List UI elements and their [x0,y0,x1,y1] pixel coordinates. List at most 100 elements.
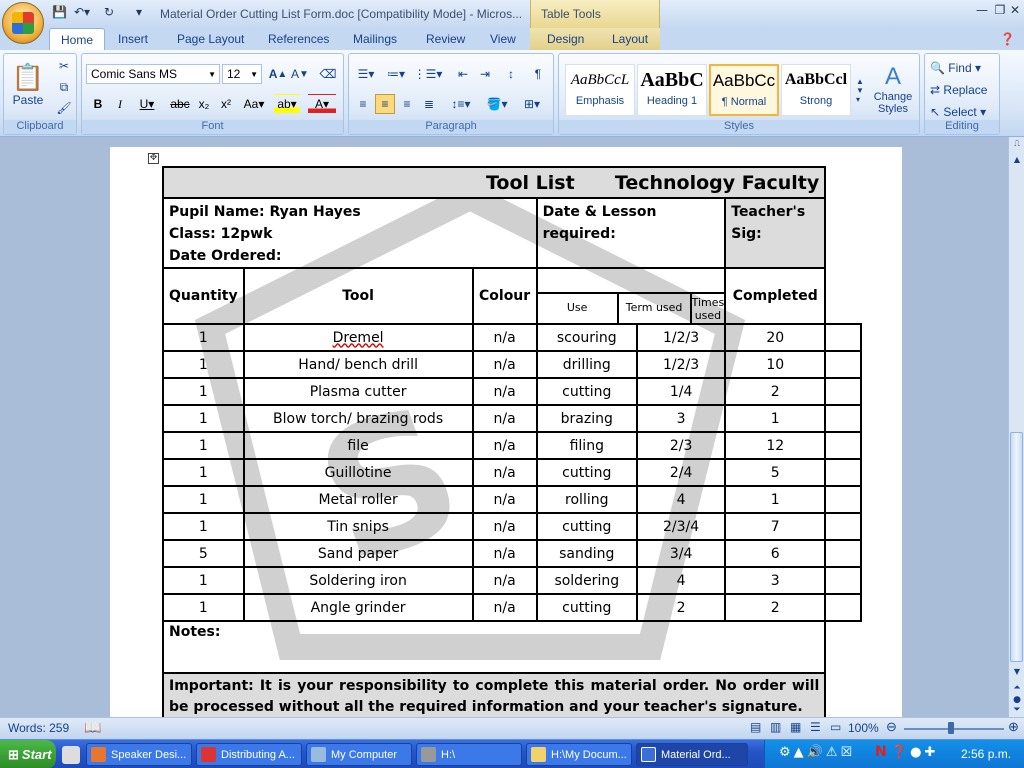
style-heading-1[interactable]: AaBbC Heading 1 [637,64,707,116]
justify-icon[interactable]: ≣ [419,94,439,114]
colour-cell[interactable]: n/a [471,539,538,568]
tray-icons[interactable]: ⚙▲🔊⚠☒ [779,745,855,760]
quick-launch-icon[interactable] [62,746,80,764]
colour-cell[interactable]: n/a [471,377,538,406]
view-draft-icon[interactable]: ▭ [830,720,841,734]
decrease-indent-icon[interactable]: ⇤ [453,64,473,84]
font-color-icon[interactable]: A▾ [308,94,336,114]
taskbar-item-h-drive[interactable]: H:\ [416,743,522,766]
start-button[interactable]: ⊞ Start [0,740,56,768]
tab-references[interactable]: References [268,32,329,46]
close-icon[interactable]: ✕ [1006,3,1024,19]
strikethrough-button[interactable]: abc [168,94,192,114]
times-used-cell[interactable]: 5 [724,458,827,487]
document-page[interactable]: S ✥ Tool List Technology Faculty Pupil N… [110,147,902,727]
colour-cell[interactable]: n/a [471,404,538,433]
tab-home[interactable]: Home [49,28,106,50]
tool-cell[interactable]: file [242,431,474,460]
subscript-button[interactable]: x₂ [194,94,214,114]
zoom-in-icon[interactable]: ⊕ [1008,719,1019,735]
tool-cell[interactable]: Guillotine [242,458,474,487]
quantity-cell[interactable]: 1 [162,377,245,406]
date-lesson-cell[interactable]: Date & Lesson required: [535,197,727,269]
term-used-cell[interactable]: 1/4 [635,377,727,406]
tool-cell[interactable]: Dremel [242,323,474,352]
scroll-up-icon[interactable]: ▲ [1011,155,1023,167]
align-center-icon[interactable]: ≡ [375,94,395,114]
completed-cell[interactable] [824,593,862,622]
redo-icon[interactable]: ↻ [104,5,114,21]
view-full-screen-icon[interactable]: ▥ [770,720,781,734]
view-print-layout-icon[interactable]: ▤ [750,720,761,734]
term-used-cell[interactable]: 2 [635,593,727,622]
colour-cell[interactable]: n/a [471,458,538,487]
zoom-slider[interactable] [904,728,1004,730]
use-cell[interactable]: cutting [535,593,638,622]
colour-cell[interactable]: n/a [471,323,538,352]
taskbar-item-my-documents[interactable]: H:\My Docum... [526,743,632,766]
completed-cell[interactable] [824,566,862,595]
tool-cell[interactable]: Soldering iron [242,566,474,595]
font-size-select[interactable]: 12 ▼ [222,64,262,84]
quantity-cell[interactable]: 5 [162,539,245,568]
undo-icon[interactable]: ↶▾ [74,5,90,21]
times-used-cell[interactable]: 1 [724,485,827,514]
quantity-cell[interactable]: 1 [162,323,245,352]
scroll-down-icon[interactable]: ▼ [1011,667,1023,679]
use-cell[interactable]: rolling [535,485,638,514]
underline-button[interactable]: U▾ [134,94,160,114]
completed-cell[interactable] [824,404,862,433]
times-used-cell[interactable]: 6 [724,539,827,568]
completed-cell[interactable] [824,458,862,487]
completed-cell[interactable] [824,512,862,541]
sort-icon[interactable]: ↕ [501,64,521,84]
scroll-thumb[interactable] [1010,432,1023,662]
times-used-cell[interactable]: 12 [724,431,827,460]
style-strong[interactable]: AaBbCcl Strong [781,64,851,116]
multilevel-list-icon[interactable]: ⋮☰▾ [413,64,443,84]
colour-cell[interactable]: n/a [471,431,538,460]
copy-icon[interactable]: ⧉ [54,77,74,97]
use-cell[interactable]: cutting [535,512,638,541]
term-used-cell[interactable]: 2/3/4 [635,512,727,541]
next-page-icon[interactable]: ⏷ [1011,705,1023,717]
tool-cell[interactable]: Metal roller [242,485,474,514]
font-name-select[interactable]: Comic Sans MS ▼ [86,64,220,84]
bullets-icon[interactable]: ☰▾ [353,64,379,84]
term-used-cell[interactable]: 2/4 [635,458,727,487]
word-count[interactable]: Words: 259 [8,721,69,735]
term-used-cell[interactable]: 4 [635,566,727,595]
completed-cell[interactable] [824,323,862,352]
zoom-out-icon[interactable]: ⊖ [886,719,897,735]
paste-button[interactable]: 📋 Paste [8,56,48,112]
taskbar-item-material-order[interactable]: Material Ord... [636,743,748,766]
tool-cell[interactable]: Sand paper [242,539,474,568]
use-cell[interactable]: sanding [535,539,638,568]
term-used-cell[interactable]: 1/2/3 [635,323,727,352]
taskbar-item-speaker[interactable]: Speaker Desi... [86,743,192,766]
numbering-icon[interactable]: ≔▾ [383,64,409,84]
use-cell[interactable]: soldering [535,566,638,595]
align-left-icon[interactable]: ≡ [353,94,373,114]
colour-cell[interactable]: n/a [471,593,538,622]
ruler-toggle-icon[interactable]: ⎍ [1011,139,1023,151]
term-used-cell[interactable]: 2/3 [635,431,727,460]
times-used-cell[interactable]: 7 [724,512,827,541]
view-outline-icon[interactable]: ☰ [810,720,821,734]
replace-button[interactable]: ⇄ Replace [929,80,995,100]
term-used-cell[interactable]: 3/4 [635,539,727,568]
pupil-info-cell[interactable]: Pupil Name: Ryan Hayes Class: 12pwk Date… [162,197,538,269]
bold-button[interactable]: B [88,94,108,114]
styles-scroll-icon[interactable]: ▲ ▼ ▾ [853,64,867,116]
cut-icon[interactable]: ✂ [54,56,74,76]
use-cell[interactable]: cutting [535,458,638,487]
notes-cell[interactable]: Notes: [161,620,827,674]
find-button[interactable]: 🔍 Find ▾ [929,58,995,78]
quantity-cell[interactable]: 1 [162,593,245,622]
tool-cell[interactable]: Plasma cutter [242,377,474,406]
customize-qat-icon[interactable]: ▾ [136,5,142,21]
tab-layout[interactable]: Layout [612,32,648,46]
quantity-cell[interactable]: 1 [162,458,245,487]
italic-button[interactable]: I [110,94,130,114]
save-icon[interactable]: 💾 [52,5,67,21]
